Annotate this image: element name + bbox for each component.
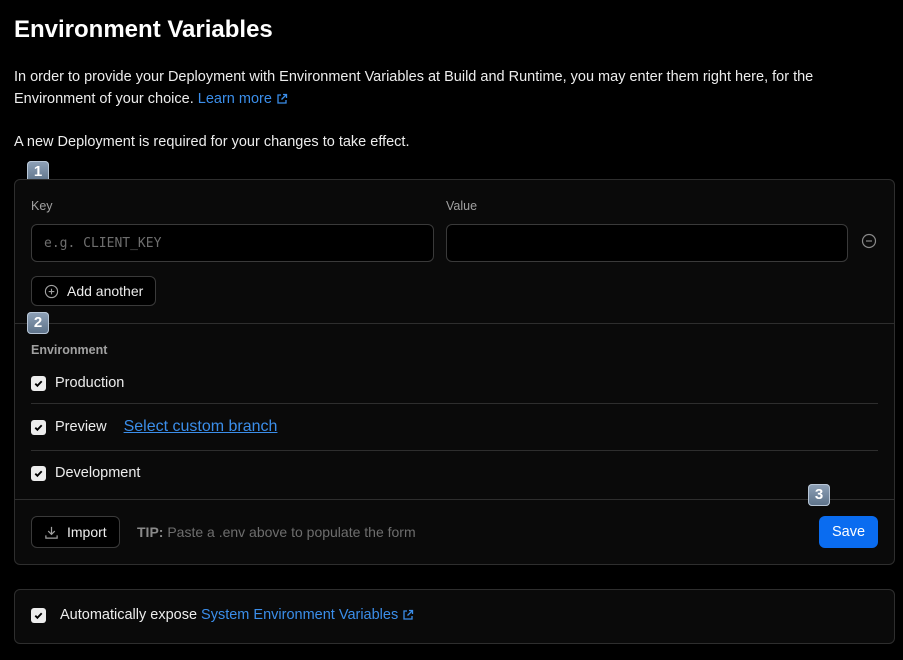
save-button[interactable]: Save (819, 516, 878, 548)
external-link-icon (403, 609, 414, 620)
env-option-preview[interactable]: Preview Select custom branch (31, 418, 277, 436)
row-divider (31, 450, 878, 451)
env-var-form-card: Key Value Add another Environment Produc… (14, 179, 895, 565)
tip-body: Paste a .env above to populate the form (167, 524, 416, 540)
add-another-label: Add another (67, 283, 144, 299)
description-text: In order to provide your Deployment with… (14, 69, 814, 107)
select-custom-branch-link[interactable]: Select custom branch (124, 418, 278, 436)
step-badge-3: 3 (808, 484, 830, 506)
expose-option[interactable]: Automatically expose System Environment … (31, 607, 414, 623)
row-divider (31, 403, 878, 404)
env-option-production[interactable]: Production (31, 375, 124, 391)
add-another-button[interactable]: Add another (31, 276, 157, 306)
learn-more-label: Learn more (197, 91, 272, 107)
checkmark-icon (34, 612, 43, 619)
step-badge-2: 2 (27, 312, 49, 334)
production-checkbox[interactable] (31, 375, 46, 391)
checkmark-icon (34, 470, 43, 477)
page-title: Environment Variables (14, 16, 273, 43)
page-description: In order to provide your Deployment with… (14, 66, 874, 110)
expose-label: Automatically expose System Environment … (60, 607, 414, 623)
key-input[interactable] (31, 224, 434, 262)
section-divider (15, 323, 894, 324)
external-link-icon (277, 93, 288, 104)
tip-text: TIP: Paste a .env above to populate the … (137, 524, 416, 540)
preview-label: Preview (55, 419, 107, 435)
tip-label: TIP: (137, 524, 164, 540)
learn-more-link[interactable]: Learn more (198, 91, 288, 107)
import-label: Import (67, 524, 107, 540)
download-icon (45, 526, 58, 539)
checkmark-icon (34, 380, 43, 387)
remove-row-icon[interactable] (861, 233, 877, 249)
import-button[interactable]: Import (31, 516, 120, 548)
expose-system-vars-card: Automatically expose System Environment … (14, 589, 895, 644)
production-label: Production (55, 375, 125, 391)
env-option-development[interactable]: Development (31, 465, 140, 481)
footer-divider (15, 499, 894, 500)
system-env-vars-label: System Environment Variables (201, 607, 399, 623)
plus-circle-icon (44, 284, 59, 298)
development-checkbox[interactable] (31, 465, 46, 481)
expose-text: Automatically expose (60, 607, 198, 623)
value-input[interactable] (446, 224, 848, 262)
value-label: Value (446, 199, 478, 213)
key-label: Key (31, 199, 53, 213)
checkmark-icon (34, 424, 43, 431)
development-label: Development (55, 465, 141, 481)
environment-title: Environment (31, 343, 108, 357)
system-env-vars-link[interactable]: System Environment Variables (201, 607, 414, 623)
deployment-notice: A new Deployment is required for your ch… (14, 134, 410, 150)
expose-checkbox[interactable] (31, 607, 46, 623)
preview-checkbox[interactable] (31, 419, 46, 435)
